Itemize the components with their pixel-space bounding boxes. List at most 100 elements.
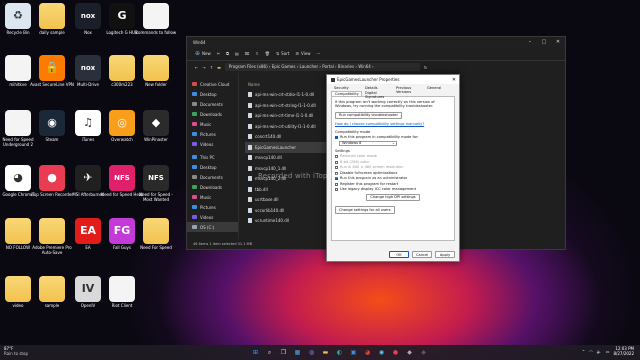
nav-item[interactable]: Pictures [187,129,238,139]
rename-icon[interactable]: ⌧ [245,51,250,56]
nav-item[interactable]: Videos [187,139,238,149]
checkbox-unchecked-icon [335,182,338,186]
address-bar[interactable]: Program Files (x86) › Epic Games › Launc… [224,63,420,71]
tab-general[interactable]: General [424,86,455,91]
task-view-icon[interactable]: ❐ [278,347,289,358]
tab-previous-versions[interactable]: Previous Versions [393,86,424,94]
view-label: View [300,51,311,56]
forward-icon[interactable]: → [202,65,205,70]
setting-checkbox[interactable]: Register this program for restart [335,182,451,186]
more-button[interactable]: ··· [316,51,320,56]
tab-digital-signatures[interactable]: Digital Signatures [362,91,393,99]
back-icon[interactable]: ← [195,65,198,70]
weather-widget[interactable]: 87°F Rain to stop [4,346,28,357]
refresh-icon[interactable]: ↻ [424,65,427,70]
volume-icon[interactable]: 🔈 [597,349,602,354]
desktop-icon[interactable]: Riot Client [100,276,144,309]
setting-label: Use legacy display ICC color management [340,187,416,192]
nav-item[interactable]: Creative Cloud [187,79,238,89]
sort-button[interactable]: ⇅ Sort [276,51,290,56]
nav-item-icon [192,155,197,159]
compat-mode-select[interactable]: Windows 8 ⌄ [339,140,397,146]
edge-icon[interactable]: ◐ [334,347,345,358]
change-all-users-button[interactable]: Change settings for all users [335,206,395,214]
explorer-title-bar[interactable]: Win64 – □ ✕ [187,37,565,47]
nav-item[interactable]: Desktop [187,89,238,99]
search-icon[interactable]: ⌕ [264,347,275,358]
nav-item[interactable]: Music [187,192,238,202]
widgets-icon[interactable]: ▦ [292,347,303,358]
file-explorer-icon[interactable]: ▬ [320,347,331,358]
run-troubleshooter-button[interactable]: Run compatibility troubleshooter [335,111,402,120]
ok-button[interactable]: OK [389,251,409,258]
nav-item[interactable]: Downloads [187,109,238,119]
nav-item[interactable]: Documents [187,99,238,109]
nav-item-icon [192,225,197,229]
clock[interactable]: 12:03 PM 8/27/2022 [613,346,634,357]
recorder-icon[interactable]: ● [390,347,401,358]
compat-mode-checkbox[interactable]: Run this program in compatibility mode f… [335,135,451,139]
help-link[interactable]: How do I choose compatibility settings m… [335,122,424,126]
nav-item[interactable]: Pictures [187,202,238,212]
setting-checkbox[interactable]: 8-bit (256) color [335,160,451,164]
desktop-icon[interactable]: NFS Need for Speed - Most Wanted [134,165,178,202]
share-icon[interactable]: ⇪ [255,51,258,56]
apply-button[interactable]: Apply [435,251,455,258]
nav-item[interactable]: Desktop [187,162,238,172]
cancel-button[interactable]: Cancel [412,251,432,258]
chat-icon[interactable]: ◍ [306,347,317,358]
nav-item[interactable]: Downloads [187,182,238,192]
desktop-icon[interactable]: commands to follow [134,3,178,36]
nox-icon: nox [75,3,101,29]
setting-checkbox[interactable]: Use legacy display ICC color management [335,187,451,191]
nav-item[interactable]: Documents [187,172,238,182]
nav-item[interactable]: Videos [187,212,238,222]
nav-item-label: Videos [200,141,214,147]
weather-desc: Rain to stop [4,350,28,356]
desktop-icon[interactable]: ◆ WinPinaster [134,110,178,143]
up-icon[interactable]: ↑ [210,65,213,70]
chrome-icon[interactable]: ◕ [362,347,373,358]
paste-icon[interactable]: ▤ [235,51,239,56]
close-icon[interactable]: ✕ [449,77,459,83]
properties-dialog[interactable]: EpicGamesLauncher Properties ✕ Security D… [326,74,460,262]
desktop-icon[interactable]: Need For Speed [134,218,178,251]
app-icon [331,77,335,82]
desktop-icon[interactable]: New folder [134,55,178,88]
new-button[interactable]: ⊕ New [195,50,211,57]
maximize-icon[interactable]: □ [537,39,551,45]
wifi-icon[interactable]: ◠ [589,349,593,354]
compat-mode-checkbox-label: Run this program in compatibility mode f… [340,135,419,140]
nav-item[interactable]: This PC [187,152,238,162]
copy-icon[interactable]: ⧉ [226,51,229,56]
nav-item[interactable]: OS (C:) [187,222,238,232]
explorer-title: Win64 [193,39,206,45]
minimize-icon[interactable]: – [523,39,537,45]
steam-icon[interactable]: ◉ [376,347,387,358]
file-icon [248,92,252,98]
cut-icon[interactable]: ✂ [217,51,220,56]
nav-item[interactable]: Music [187,119,238,129]
view-button[interactable]: ☰ View [295,51,310,56]
itunes-icon: ♫ [75,110,101,136]
windows-start-icon[interactable]: ⊞ [250,347,261,358]
setting-checkbox[interactable]: Run in 640 × 480 screen resolution [335,165,451,169]
file-name: msvcp140_1.dll [255,165,287,171]
app-icon[interactable]: ◆ [418,347,429,358]
setting-checkbox[interactable]: Reduced color mode [335,154,451,158]
nav-item-label: Documents [200,174,223,180]
battery-icon[interactable]: ▭ [606,349,610,354]
store-icon[interactable]: ▣ [348,347,359,358]
desktop-icon-label: New folder [145,82,167,87]
tab-compatibility[interactable]: Compatibility [331,91,362,96]
folder-icon [143,218,169,244]
delete-icon[interactable]: 🗑 [265,51,270,56]
chevron-up-icon[interactable]: ⌃ [582,349,585,354]
plus-icon: ⊕ [195,50,201,57]
change-dpi-button[interactable]: Change high DPI settings [366,193,420,202]
overwatch-icon: ◎ [109,110,135,136]
dialog-title-bar[interactable]: EpicGamesLauncher Properties ✕ [327,75,459,84]
app-icon[interactable]: ◆ [404,347,415,358]
nav-item-label: Music [200,194,212,200]
close-icon[interactable]: ✕ [551,39,565,45]
